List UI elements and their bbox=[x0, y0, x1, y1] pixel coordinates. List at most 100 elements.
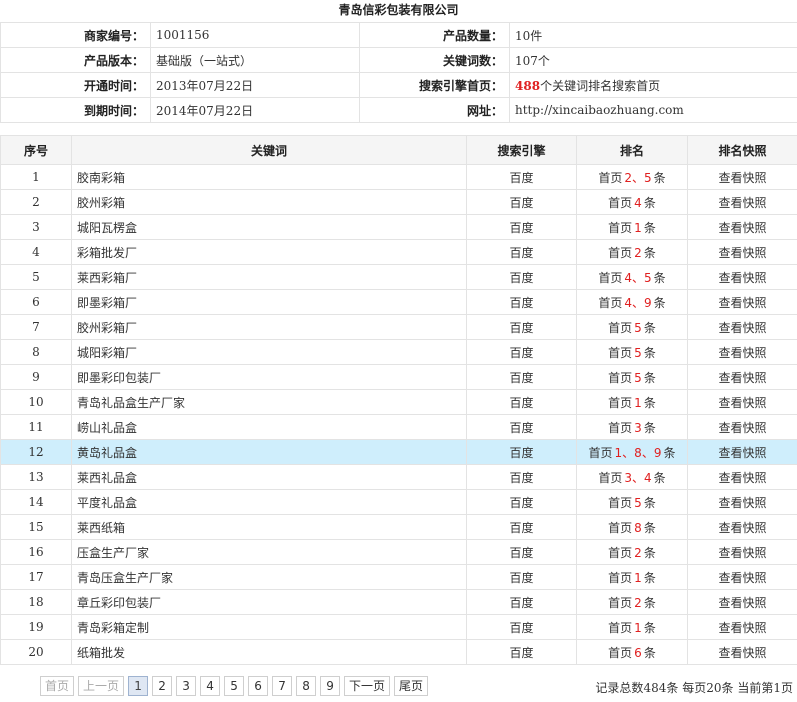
row-snapshot-link[interactable]: 查看快照 bbox=[687, 564, 797, 590]
view-snapshot-link[interactable]: 查看快照 bbox=[718, 296, 766, 310]
row-snapshot-link[interactable]: 查看快照 bbox=[687, 439, 797, 465]
rank-suffix: 条 bbox=[643, 545, 656, 560]
row-number: 11 bbox=[0, 414, 72, 440]
table-row: 9 即墨彩印包装厂 百度 首页 5 条查看快照 bbox=[0, 364, 797, 390]
row-rank: 首页 3 条 bbox=[576, 414, 688, 440]
view-snapshot-link[interactable]: 查看快照 bbox=[718, 371, 766, 385]
page-button-3[interactable]: 3 bbox=[176, 676, 197, 696]
pager: 首页 上一页 123456789 下一页 尾页 bbox=[40, 676, 429, 696]
row-rank: 首页 5 条 bbox=[576, 339, 688, 365]
row-snapshot-link[interactable]: 查看快照 bbox=[687, 339, 797, 365]
row-snapshot-link[interactable]: 查看快照 bbox=[687, 539, 797, 565]
rank-prefix: 首页 bbox=[608, 370, 633, 385]
row-snapshot-link[interactable]: 查看快照 bbox=[687, 414, 797, 440]
table-row: 6 即墨彩箱厂 百度 首页 4、9 条查看快照 bbox=[0, 289, 797, 315]
row-snapshot-link[interactable]: 查看快照 bbox=[687, 214, 797, 240]
row-snapshot-link[interactable]: 查看快照 bbox=[687, 464, 797, 490]
row-snapshot-link[interactable]: 查看快照 bbox=[687, 514, 797, 540]
page-button-9[interactable]: 9 bbox=[320, 676, 341, 696]
row-rank: 首页 4 条 bbox=[576, 189, 688, 215]
info-row: 产品版本： 基础版（一站式） 关键词数： 107个 bbox=[0, 47, 797, 73]
row-snapshot-link[interactable]: 查看快照 bbox=[687, 639, 797, 665]
view-snapshot-link[interactable]: 查看快照 bbox=[718, 346, 766, 360]
row-keyword: 章丘彩印包装厂 bbox=[71, 589, 467, 615]
rank-positions: 1 bbox=[634, 620, 642, 635]
first-page-button[interactable]: 首页 bbox=[40, 676, 75, 696]
view-snapshot-link[interactable]: 查看快照 bbox=[718, 546, 766, 560]
row-snapshot-link[interactable]: 查看快照 bbox=[687, 264, 797, 290]
view-snapshot-link[interactable]: 查看快照 bbox=[718, 621, 766, 635]
page-button-2[interactable]: 2 bbox=[152, 676, 173, 696]
row-keyword: 崂山礼品盒 bbox=[71, 414, 467, 440]
row-number: 1 bbox=[0, 164, 72, 190]
row-keyword: 莱西纸箱 bbox=[71, 514, 467, 540]
view-snapshot-link[interactable]: 查看快照 bbox=[718, 196, 766, 210]
rank-prefix: 首页 bbox=[608, 320, 633, 335]
rank-positions: 8 bbox=[634, 520, 642, 535]
page-button-6[interactable]: 6 bbox=[248, 676, 269, 696]
row-number: 15 bbox=[0, 514, 72, 540]
table-row: 13 莱西礼品盒 百度 首页 3、4 条查看快照 bbox=[0, 464, 797, 490]
row-engine: 百度 bbox=[466, 464, 577, 490]
view-snapshot-link[interactable]: 查看快照 bbox=[718, 446, 766, 460]
view-snapshot-link[interactable]: 查看快照 bbox=[718, 646, 766, 660]
row-engine: 百度 bbox=[466, 364, 577, 390]
row-snapshot-link[interactable]: 查看快照 bbox=[687, 614, 797, 640]
prev-page-button[interactable]: 上一页 bbox=[78, 676, 125, 696]
page-button-7[interactable]: 7 bbox=[272, 676, 293, 696]
row-keyword: 青岛彩箱定制 bbox=[71, 614, 467, 640]
rank-positions: 5 bbox=[634, 345, 642, 360]
next-page-button[interactable]: 下一页 bbox=[344, 676, 391, 696]
row-snapshot-link[interactable]: 查看快照 bbox=[687, 389, 797, 415]
page-button-1[interactable]: 1 bbox=[128, 676, 149, 696]
view-snapshot-link[interactable]: 查看快照 bbox=[718, 221, 766, 235]
record-summary: 记录总数484条 每页20条 当前第1页 bbox=[595, 679, 793, 696]
row-engine: 百度 bbox=[466, 314, 577, 340]
view-snapshot-link[interactable]: 查看快照 bbox=[718, 246, 766, 260]
table-row: 2 胶州彩箱 百度 首页 4 条查看快照 bbox=[0, 189, 797, 215]
row-number: 14 bbox=[0, 489, 72, 515]
row-snapshot-link[interactable]: 查看快照 bbox=[687, 239, 797, 265]
view-snapshot-link[interactable]: 查看快照 bbox=[718, 521, 766, 535]
view-snapshot-link[interactable]: 查看快照 bbox=[718, 471, 766, 485]
table-row: 18 章丘彩印包装厂 百度 首页 2 条查看快照 bbox=[0, 589, 797, 615]
view-snapshot-link[interactable]: 查看快照 bbox=[718, 321, 766, 335]
row-snapshot-link[interactable]: 查看快照 bbox=[687, 489, 797, 515]
row-snapshot-link[interactable]: 查看快照 bbox=[687, 289, 797, 315]
website-link[interactable]: http://xincaibaozhuang.com bbox=[509, 97, 797, 123]
row-snapshot-link[interactable]: 查看快照 bbox=[687, 314, 797, 340]
view-snapshot-link[interactable]: 查看快照 bbox=[718, 421, 766, 435]
page-button-4[interactable]: 4 bbox=[200, 676, 221, 696]
page-button-5[interactable]: 5 bbox=[224, 676, 245, 696]
table-row: 5 莱西彩箱厂 百度 首页 4、5 条查看快照 bbox=[0, 264, 797, 290]
row-rank: 首页 1 条 bbox=[576, 564, 688, 590]
view-snapshot-link[interactable]: 查看快照 bbox=[718, 596, 766, 610]
last-page-button[interactable]: 尾页 bbox=[394, 676, 429, 696]
row-snapshot-link[interactable]: 查看快照 bbox=[687, 164, 797, 190]
page-button-8[interactable]: 8 bbox=[296, 676, 317, 696]
row-engine: 百度 bbox=[466, 339, 577, 365]
view-snapshot-link[interactable]: 查看快照 bbox=[718, 171, 766, 185]
total-prefix: 记录总数 bbox=[595, 681, 644, 695]
row-snapshot-link[interactable]: 查看快照 bbox=[687, 189, 797, 215]
col-header-no: 序号 bbox=[0, 135, 72, 165]
total-count: 484 bbox=[643, 681, 667, 695]
row-rank: 首页 3、4 条 bbox=[576, 464, 688, 490]
row-engine: 百度 bbox=[466, 189, 577, 215]
row-number: 5 bbox=[0, 264, 72, 290]
merchant-id-label: 商家编号： bbox=[0, 22, 151, 48]
row-snapshot-link[interactable]: 查看快照 bbox=[687, 364, 797, 390]
expire-date-label: 到期时间： bbox=[0, 97, 151, 123]
view-snapshot-link[interactable]: 查看快照 bbox=[718, 571, 766, 585]
keyword-count-value: 107个 bbox=[509, 47, 797, 73]
keyword-count-label: 关键词数： bbox=[359, 47, 510, 73]
merchant-info-table: 商家编号： 1001156 产品数量： 10件 产品版本： 基础版（一站式） 关… bbox=[0, 22, 797, 123]
row-snapshot-link[interactable]: 查看快照 bbox=[687, 589, 797, 615]
view-snapshot-link[interactable]: 查看快照 bbox=[718, 271, 766, 285]
rank-suffix: 条 bbox=[643, 195, 656, 210]
view-snapshot-link[interactable]: 查看快照 bbox=[718, 496, 766, 510]
view-snapshot-link[interactable]: 查看快照 bbox=[718, 396, 766, 410]
row-rank: 首页 1 条 bbox=[576, 389, 688, 415]
table-row: 11 崂山礼品盒 百度 首页 3 条查看快照 bbox=[0, 414, 797, 440]
rank-prefix: 首页 bbox=[608, 520, 633, 535]
